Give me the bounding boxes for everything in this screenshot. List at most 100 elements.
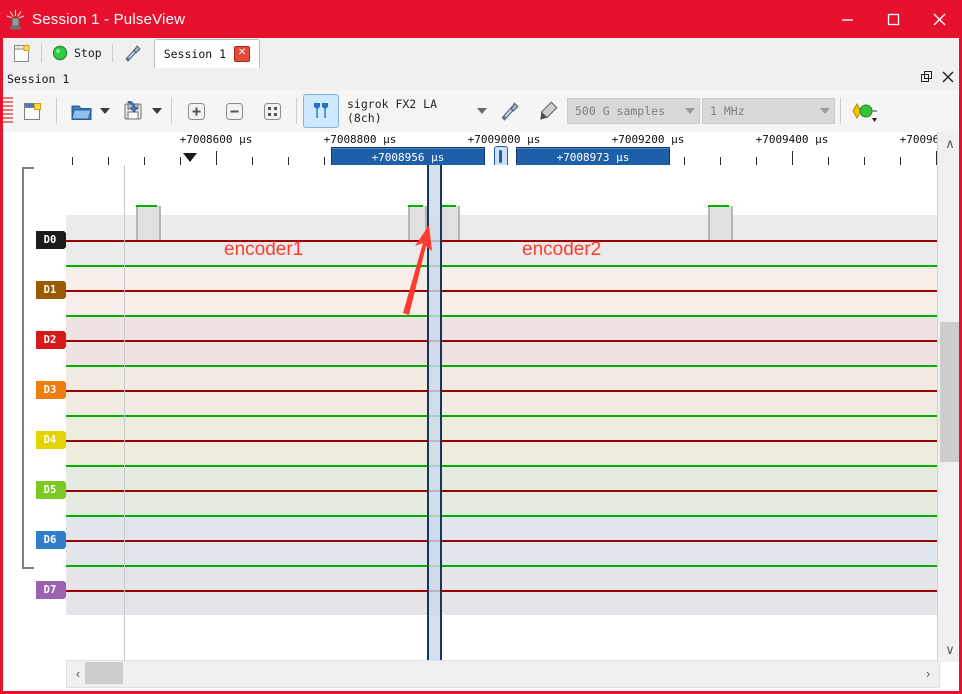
waveform-view: +7008600 μs +7008800 μs +7009000 μs +700920… [0,132,962,694]
ruler-minor-tick [180,157,181,165]
channel-label-d2[interactable]: D2 [36,331,73,349]
dock-float-icon[interactable] [921,70,933,88]
ruler-major-tick [792,151,793,165]
open-file-button[interactable] [63,94,99,128]
dock-title-label: Session 1 [7,72,70,86]
channel-low-line-d2 [66,340,938,342]
zoom-out-button[interactable] [216,94,252,128]
scroll-right-arrow-icon[interactable]: › [919,661,937,685]
trigger-button[interactable] [847,94,883,128]
channel-high-line-d4 [66,415,938,417]
stop-button[interactable]: Stop [45,40,109,66]
channel-label-text: D5 [43,484,57,496]
show-cursors-button[interactable] [303,94,339,128]
cursor-1-flag[interactable]: +7008956 μs [331,147,485,165]
cursor-2-label: +7008973 μs [556,150,630,164]
cursor-2-flag[interactable]: +7008973 μs [516,147,670,165]
ruler-major-tick [216,151,217,165]
channel-label-d6[interactable]: D6 [36,531,73,549]
waveform-pulse-high [708,205,729,207]
session-settings-button[interactable] [116,40,150,66]
pulseview-window: Session 1 - PulseView Stop Session 1 ✕ S… [0,0,962,694]
new-file-button[interactable] [14,94,50,128]
chevron-down-icon [820,108,830,114]
channel-low-line-d7 [66,590,938,592]
channel-label-d7[interactable]: D7 [36,581,73,599]
ruler-minor-tick [900,157,901,165]
channel-low-line-d5 [66,490,938,492]
close-button[interactable] [916,0,962,38]
ruler-tick-label: +7009200 μs [611,133,685,146]
waveform-pulse-high [408,205,423,207]
channel-label-d1[interactable]: D1 [36,281,73,299]
annotation-encoder1: encoder1 [224,239,304,260]
dock-close-icon[interactable] [942,70,954,88]
horizontal-scroll-thumb[interactable] [85,662,123,684]
open-folder-icon [70,105,92,120]
horizontal-scrollbar[interactable]: ‹ › [66,660,940,688]
sample-rate-selector[interactable]: 1 MHz [702,98,835,124]
green-circle-icon [52,45,68,61]
probe-button[interactable] [530,94,566,128]
wrench-screwdriver-icon [501,102,519,121]
sample-rate-label: 1 MHz [710,104,745,118]
channel-high-line-d5 [66,465,938,467]
ruler-minor-tick [108,157,109,165]
device-settings-button[interactable] [492,94,528,128]
trigger-icon [852,102,877,122]
sample-count-label: 500 G samples [575,104,666,118]
ruler-minor-tick [828,157,829,165]
new-session-button[interactable] [6,40,38,66]
ruler-tick-label: +7008800 μs [323,133,397,146]
zoom-in-button[interactable] [178,94,214,128]
channel-high-line-d2 [66,315,938,317]
channel-label-d3[interactable]: D3 [36,381,73,399]
ruler-minor-tick [756,157,757,165]
ruler-tick-label: +7008600 μs [179,133,253,146]
toolbar-grip[interactable] [3,97,13,125]
save-file-dropdown-icon[interactable] [152,108,162,114]
channel-low-line-d3 [66,390,938,392]
channel-high-line-d1 [66,265,938,267]
time-ruler[interactable]: +7008600 μs +7008800 μs +7009000 μs +700920… [66,132,938,165]
channel-label-text: D2 [43,334,57,346]
app-icon [0,0,30,38]
vertical-scroll-thumb[interactable] [940,322,960,462]
trigger-marker-icon[interactable] [183,153,197,162]
channel-label-d0[interactable]: D0 [36,231,73,249]
channel-low-line-d1 [66,290,938,292]
session-toolbar: Stop Session 1 ✕ [0,38,962,69]
minimize-button[interactable] [824,0,870,38]
waveform-pulse-high [440,205,456,207]
chevron-down-icon [477,108,487,114]
sample-count-selector[interactable]: 500 G samples [567,98,700,124]
session-tab-label: Session 1 [163,47,227,61]
window-title: Session 1 - PulseView [32,10,186,28]
channel-label-text: D3 [43,384,57,396]
cursor-pair-handle[interactable] [493,146,508,165]
device-selector[interactable]: sigrok FX2 LA (8ch) [340,97,491,125]
channel-label-d5[interactable]: D5 [36,481,73,499]
save-file-button[interactable] [115,94,151,128]
waveform-pulse [708,206,733,240]
cursors-icon [314,103,328,118]
ruler-minor-tick [720,157,721,165]
session-tab[interactable]: Session 1 ✕ [153,39,261,68]
ruler-tick-label: +7009600 μs [899,133,938,146]
channel-label-d4[interactable]: D4 [36,431,73,449]
maximize-button[interactable] [870,0,916,38]
main-toolbar: sigrok FX2 LA (8ch) 500 G samples 1 MHz [0,90,962,133]
session-tab-close-icon[interactable]: ✕ [234,46,251,62]
wrench-screwdriver-icon [125,45,141,62]
zoom-fit-button[interactable] [254,94,290,128]
plus-icon [187,102,205,120]
trigger-gridline [124,165,125,662]
cursor-1-label: +7008956 μs [371,150,445,164]
ruler-minor-tick [144,157,145,165]
dock-title-bar: Session 1 [0,68,962,91]
waveform-pulse [136,206,161,240]
open-file-dropdown-icon[interactable] [100,108,110,114]
channel-label-text: D7 [43,584,57,596]
signal-plot[interactable]: encoder1 encoder2 [66,165,938,662]
ruler-minor-tick [864,157,865,165]
